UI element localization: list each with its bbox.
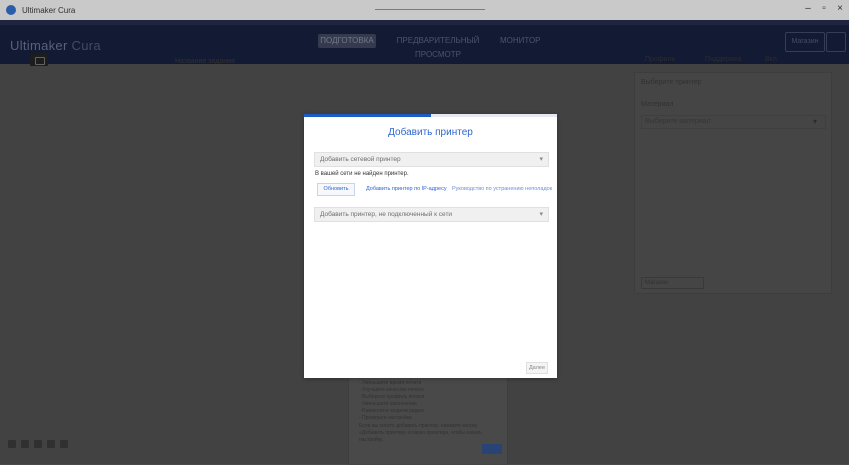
- no-printers-message: В вашей сети не найден принтер.: [315, 171, 409, 177]
- add-by-ip-link[interactable]: Добавить принтер по IP-адресу: [366, 186, 447, 192]
- chevron-down-icon: ▾: [539, 156, 543, 163]
- troubleshooting-link[interactable]: Руководство по устранению неполадок: [452, 186, 552, 192]
- local-printer-section[interactable]: Добавить принтер, не подключенный к сети…: [314, 207, 549, 222]
- wizard-progress-fill: [304, 114, 431, 117]
- networked-section-label: Добавить сетевой принтер: [320, 156, 401, 163]
- dialog-title: Добавить принтер: [388, 127, 473, 138]
- wizard-progress-track: [304, 114, 557, 117]
- next-button[interactable]: Далее: [526, 362, 548, 374]
- local-section-label: Добавить принтер, не подключенный к сети: [320, 211, 453, 218]
- chevron-down-icon: ▾: [539, 211, 543, 218]
- networked-printer-section[interactable]: Добавить сетевой принтер ▾: [314, 152, 549, 167]
- refresh-button[interactable]: Обновить: [317, 183, 355, 196]
- add-printer-dialog: Добавить принтер Добавить сетевой принте…: [304, 114, 557, 378]
